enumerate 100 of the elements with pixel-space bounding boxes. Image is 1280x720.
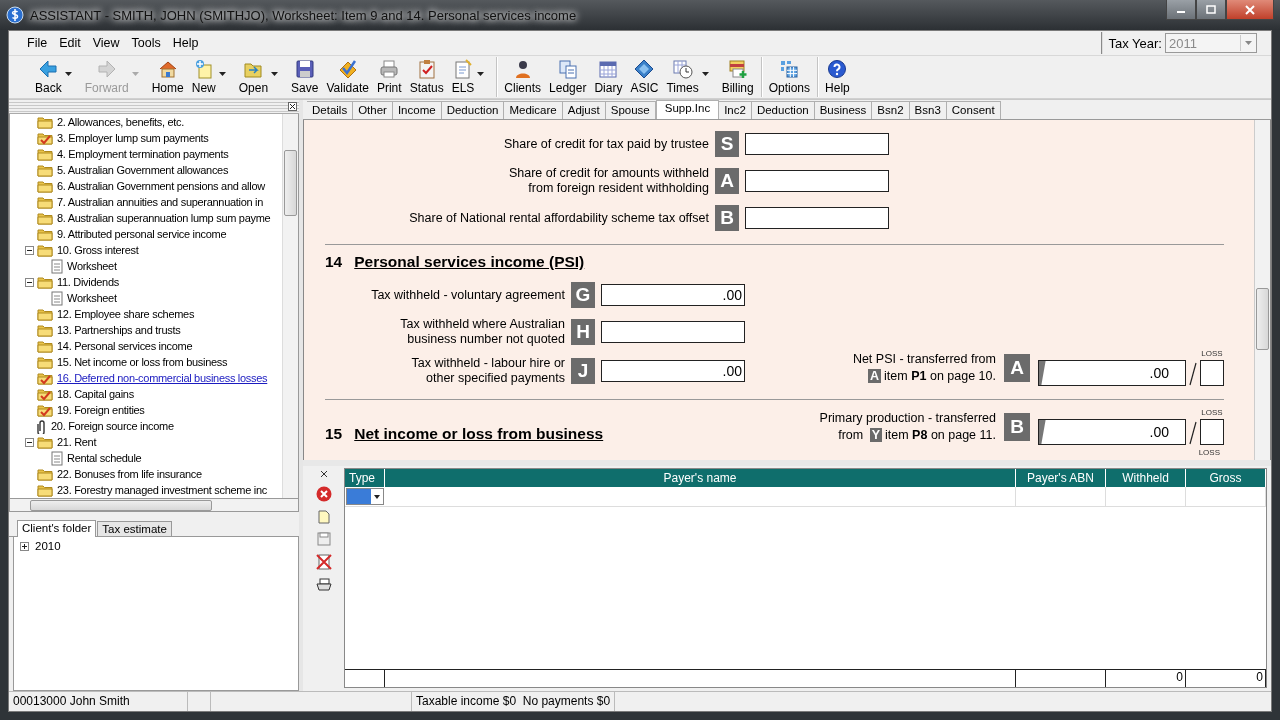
menu-item[interactable]: Tools [125,34,167,52]
collapse-icon[interactable] [25,277,34,287]
toolbar-button[interactable]: Status [405,57,448,97]
tree-item[interactable]: Worksheet [66,292,118,304]
close-icon[interactable] [288,102,297,111]
input-field[interactable] [745,207,889,229]
form-tab[interactable]: Business [814,101,873,119]
input-field[interactable] [745,133,889,155]
type-dropdown[interactable] [346,488,384,505]
tree-item[interactable]: 2010 [35,540,61,552]
form-tab[interactable]: Supp.Inc [655,100,720,119]
tree-item[interactable]: 21. Rent [56,436,98,448]
section-number: 15 [325,425,343,443]
toolbar-button[interactable]: Options [760,57,815,97]
form-tab[interactable]: Bsn2 [872,101,910,119]
tree-link[interactable]: 16. Deferred non-commercial business losses [56,372,269,384]
tree-item[interactable]: 6. Australian Government pensions and allow [56,180,266,192]
collapse-icon[interactable] [25,245,34,255]
tree-item[interactable]: 10. Gross interest [56,244,140,256]
panel-tab[interactable]: Tax estimate [97,521,172,536]
toolbar-button[interactable]: ASIC [626,57,663,97]
tree-item[interactable]: 13. Partnerships and trusts [56,324,182,336]
horizontal-scrollbar[interactable] [9,498,299,512]
form-tab[interactable]: Deduction [441,101,505,119]
tree-item[interactable]: 9. Attributed personal service income [56,228,228,240]
form-tab[interactable]: Deduction [751,101,815,119]
field-code: A [715,168,739,194]
close-button[interactable] [1226,0,1274,20]
close-icon[interactable] [320,470,328,478]
form-tab[interactable]: Income [392,101,442,119]
tree-item[interactable]: 2. Allowances, benefits, etc. [56,116,186,128]
column-header[interactable]: Payer's ABN [1016,469,1106,487]
toolbar-button[interactable]: Validate [322,57,373,97]
column-header[interactable]: Type [345,469,385,487]
form-tab[interactable]: Spouse [605,101,656,119]
toolbar-button[interactable]: Open [234,57,288,97]
tree-item[interactable]: 22. Bonuses from life insurance [56,468,203,480]
vertical-scrollbar[interactable] [1254,120,1270,460]
tree-item[interactable]: 19. Foreign entities [56,404,146,416]
form-tab[interactable]: Consent [946,101,1001,119]
column-header[interactable]: Payer's name [385,469,1016,487]
input-field[interactable] [601,321,745,343]
input-field[interactable]: .00 [1038,360,1186,386]
tree-item[interactable]: 12. Employee share schemes [56,308,196,320]
collapse-icon[interactable] [25,437,34,447]
loss-field[interactable] [1200,360,1224,386]
toolbar-button[interactable]: Clients [496,57,546,97]
tree-item[interactable]: Rental schedule [66,452,143,464]
toolbar-button[interactable]: Times [662,57,718,97]
form-tab[interactable]: Adjust [562,101,606,119]
column-header[interactable]: Withheld [1106,469,1186,487]
expand-icon[interactable] [20,541,29,551]
form-tab[interactable]: Inc2 [719,101,752,119]
tree-item[interactable]: 5. Australian Government allowances [56,164,230,176]
menu-item[interactable]: File [21,34,54,52]
tree-item[interactable]: 11. Dividends [56,276,120,288]
menu-item[interactable]: Edit [53,34,87,52]
tree-item[interactable]: 7. Australian annuities and superannuation in [56,196,265,208]
menu-item[interactable]: Help [166,34,205,52]
toolbar-button[interactable]: Print [372,57,406,97]
input-field[interactable]: .00 [601,284,745,306]
tree-item[interactable]: 23. Forestry managed investment scheme inc [56,484,268,496]
printer-icon[interactable] [316,578,332,592]
field-label: Share of credit for tax paid by trustee [503,136,709,152]
checked-folder-icon [37,130,53,146]
tree-item[interactable]: 20. Foreign source income [50,420,175,432]
tree-item[interactable]: 18. Capital gains [56,388,135,400]
vertical-scrollbar[interactable] [282,114,298,498]
tree-item[interactable]: 8. Australian superannuation lump sum payme [56,212,272,224]
toolbar-button[interactable]: Ledger [545,57,591,97]
toolbar-button[interactable]: ELS [447,57,494,97]
column-header[interactable]: Gross [1186,469,1266,487]
input-field[interactable]: .00 [601,360,745,382]
tree-item[interactable]: 14. Personal services income [56,340,194,352]
toolbar-button[interactable]: New [187,57,235,97]
toolbar-button[interactable]: Back [31,57,81,97]
new-document-icon[interactable] [318,510,330,524]
tree-item[interactable]: 3. Employer lump sum payments [56,132,210,144]
toolbar-button[interactable]: Help [817,57,854,97]
toolbar-button[interactable]: Billing [717,57,758,97]
save-icon[interactable] [317,532,331,546]
form-tab[interactable]: Other [353,101,393,119]
loss-field[interactable] [1200,419,1224,445]
toolbar-button[interactable]: Diary [590,57,627,97]
input-field[interactable] [745,170,889,192]
form-tab[interactable]: Bsn3 [909,101,947,119]
delete-icon[interactable] [316,486,332,502]
panel-tab[interactable]: Client's folder [17,520,97,537]
toolbar-button[interactable]: Save [287,57,323,97]
delete-document-icon[interactable] [316,554,332,570]
input-field[interactable]: .00 [1038,419,1186,445]
toolbar-button[interactable]: Home [147,57,188,97]
form-tab[interactable]: Medicare [504,101,563,119]
tree-item[interactable]: 4. Employment termination payments [56,148,230,160]
minimize-button[interactable] [1166,0,1196,20]
form-tab[interactable]: Details [307,101,354,119]
menu-item[interactable]: View [86,34,126,52]
tree-item[interactable]: 15. Net income or loss from business [56,356,229,368]
tree-item[interactable]: Worksheet [66,260,118,272]
maximize-button[interactable] [1196,0,1226,20]
